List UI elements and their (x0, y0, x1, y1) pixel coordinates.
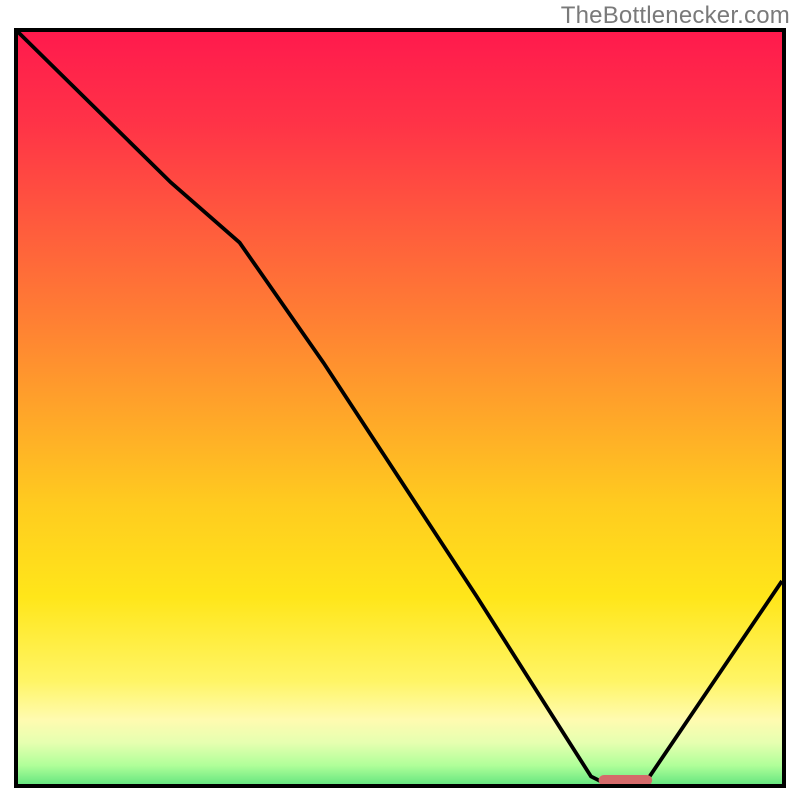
plot-frame (14, 28, 786, 788)
watermark-text: TheBottlenecker.com (561, 2, 790, 30)
minimum-marker (599, 775, 652, 784)
chart-container: TheBottlenecker.com (0, 0, 800, 800)
bottleneck-curve (18, 32, 782, 784)
curve-line (18, 32, 782, 784)
